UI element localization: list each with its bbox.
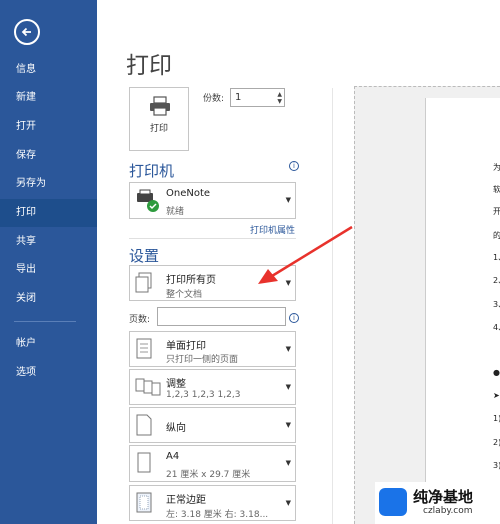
watermark-title: 纯净基地 [413,488,474,506]
watermark-logo-icon [379,488,407,516]
watermark: 纯净基地 czlaby.com [375,482,500,524]
watermark-subtitle: czlaby.com [423,506,473,516]
annotation-arrow [258,225,353,284]
